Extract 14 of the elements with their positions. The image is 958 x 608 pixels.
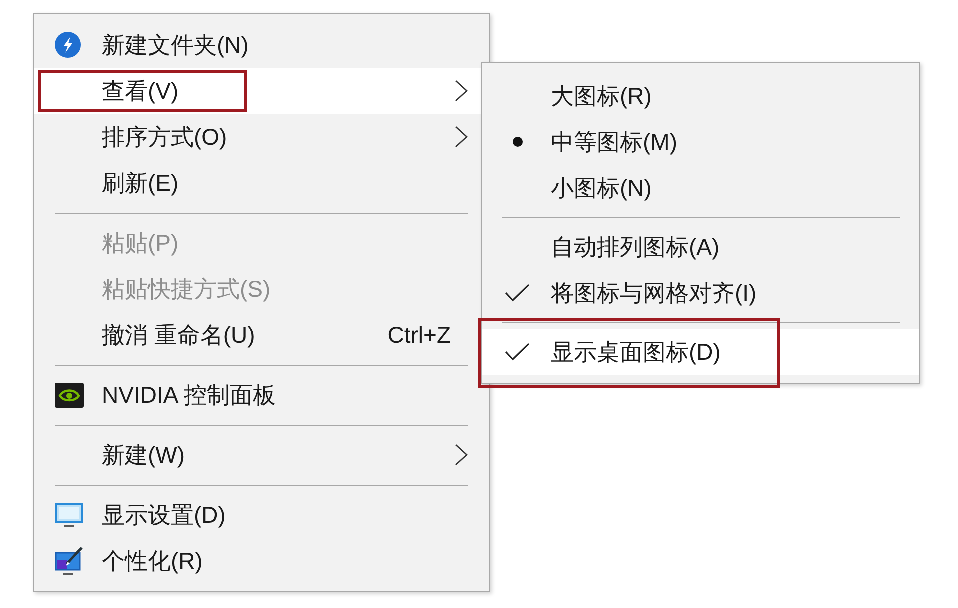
monitor-icon [55,502,83,528]
menu-item[interactable]: 将图标与网格对齐(I) [482,270,919,316]
menu-item[interactable]: 小图标(N) [482,165,919,211]
menu-item[interactable]: 新建(W) [34,432,489,478]
shortcut-text: Ctrl+Z [388,322,451,348]
menu-item[interactable]: 个性化(R) [34,538,489,584]
menu-item[interactable]: 新建文件夹(N) [34,22,489,68]
bolt-icon [55,32,81,58]
monitor-pen-icon [55,546,85,576]
menu-item[interactable]: 显示设置(D) [34,492,489,538]
menu-item[interactable]: 显示桌面图标(D) [482,329,919,375]
menu-item[interactable]: NVIDIA 控制面板 [34,372,489,418]
eye-logo-icon [55,382,84,408]
menu-item[interactable]: 自动排列图标(A) [482,224,919,270]
